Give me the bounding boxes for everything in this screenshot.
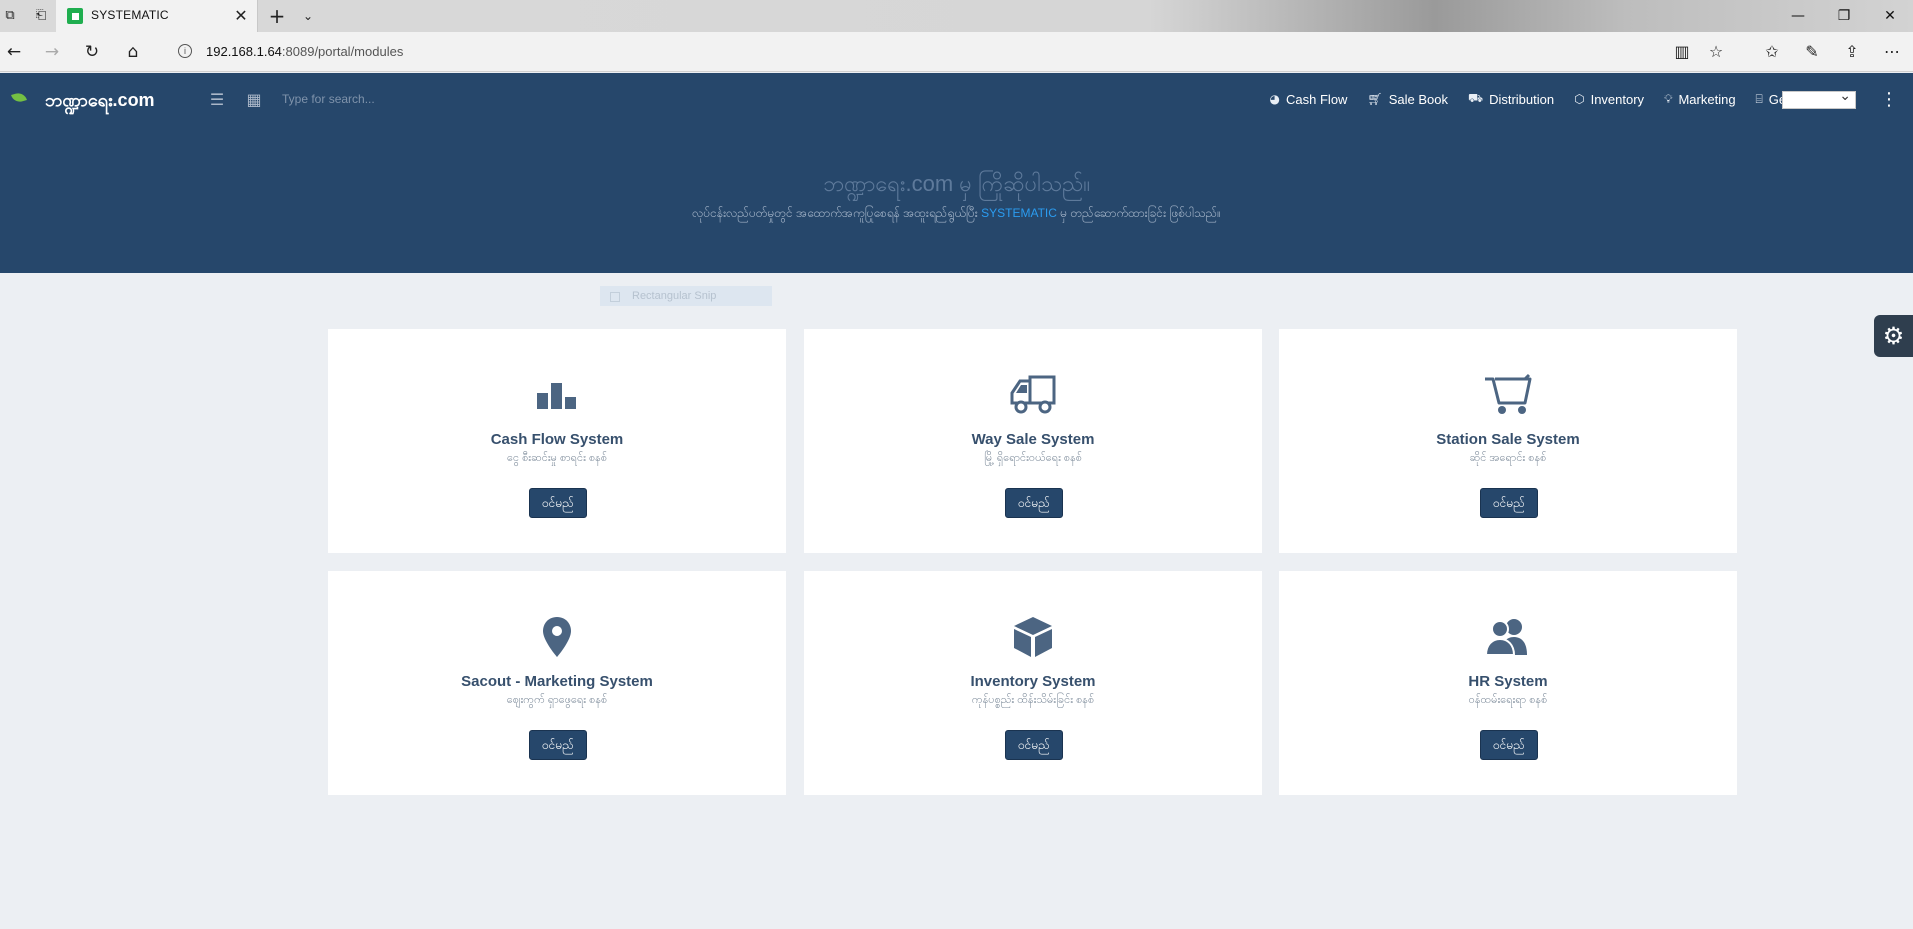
module-title: Inventory System bbox=[970, 673, 1096, 690]
brand-name[interactable]: ဘဏ္ဍာရေး.com bbox=[45, 88, 155, 115]
module-subtitle: မြို့ ရှိရောင်းဝယ်ရေး စနစ် bbox=[984, 452, 1082, 464]
module-title: HR System bbox=[1468, 673, 1548, 690]
bulb-icon: 💡︎ bbox=[1664, 91, 1673, 106]
window-close-icon[interactable]: ✕ bbox=[1867, 0, 1913, 32]
module-card-marketing: Sacout - Marketing System ဈေးကွက် ရှာဖွေ… bbox=[328, 571, 786, 795]
cart-icon bbox=[1279, 373, 1737, 417]
set-aside-tabs-icon[interactable]: ⎗ bbox=[33, 8, 49, 24]
nav-label: Inventory bbox=[1590, 91, 1645, 107]
nav-inventory[interactable]: ⬡ Inventory bbox=[1574, 91, 1644, 107]
module-title: Way Sale System bbox=[971, 431, 1095, 448]
url-text[interactable]: 192.168.1.64:8089/portal/modules bbox=[206, 44, 403, 59]
module-title: Cash Flow System bbox=[490, 431, 624, 448]
snip-tooltip: Rectangular Snip bbox=[600, 286, 772, 306]
reading-view-icon[interactable]: ▥ bbox=[1670, 40, 1694, 64]
pie-icon: ◕ bbox=[1269, 92, 1281, 106]
app-header: ဘဏ္ဍာရေး.com ☰ ▦ Type for search... ◕ Cas… bbox=[0, 73, 1913, 273]
subtitle-text-2: မှ တည်ဆောက်ထားခြင်း ဖြစ်ပါသည်။ bbox=[1056, 206, 1221, 220]
new-tab-icon[interactable]: + bbox=[266, 5, 288, 27]
module-card-way-sale: Way Sale System မြို့ ရှိရောင်းဝယ်ရေး စန… bbox=[804, 329, 1262, 553]
share-icon[interactable]: ⇪ bbox=[1840, 40, 1864, 64]
enter-button[interactable]: ဝင်မည် bbox=[1480, 488, 1538, 518]
module-subtitle: ငွေ စီးဆင်းမှု စာရင်း စနစ် bbox=[506, 452, 608, 464]
welcome-subtitle: လုပ်ငန်းလည်ပတ်မှုတွင် အထောက်အကူပြုစေရန် … bbox=[0, 205, 1913, 223]
enter-button[interactable]: ဝင်မည် bbox=[1480, 730, 1538, 760]
enter-button[interactable]: ဝင်မည် bbox=[1005, 730, 1063, 760]
refresh-icon[interactable]: ↻ bbox=[80, 40, 104, 64]
forward-arrow-icon[interactable]: → bbox=[40, 40, 64, 64]
tab-preview-chevron-icon[interactable]: ⌄ bbox=[298, 6, 318, 26]
tab-title: SYSTEMATIC bbox=[91, 8, 169, 22]
subtitle-text-1: လုပ်ငန်းလည်ပတ်မှုတွင် အထောက်အကူပြုစေရန် … bbox=[692, 206, 982, 220]
cube-icon bbox=[804, 615, 1262, 659]
module-card-inventory: Inventory System ကုန်ပစ္စည်း ထိန်းသိမ်းခ… bbox=[804, 571, 1262, 795]
top-nav: ◕ Cash Flow 🛒︎ Sale Book ⛟ Distribution ⬡ In… bbox=[1270, 91, 1815, 107]
briefcase-icon: ⌸ bbox=[1755, 91, 1763, 106]
nav-sale-book[interactable]: 🛒︎ Sale Book bbox=[1367, 91, 1448, 107]
box-icon: ⬡ bbox=[1574, 92, 1585, 106]
search-input[interactable]: Type for search... bbox=[282, 92, 375, 106]
nav-distribution[interactable]: ⛟ Distribution bbox=[1468, 91, 1554, 107]
list-view-icon[interactable]: ☰ bbox=[208, 91, 226, 109]
grid-view-icon[interactable]: ▦ bbox=[245, 91, 263, 109]
tab-actions-icon[interactable]: ⧉ bbox=[2, 8, 18, 24]
minimize-icon[interactable]: — bbox=[1775, 0, 1821, 32]
pen-icon[interactable]: ✎ bbox=[1800, 40, 1824, 64]
browser-tab[interactable]: SYSTEMATIC ✕ bbox=[56, 0, 258, 32]
favorite-star-icon[interactable]: ☆ bbox=[1704, 40, 1728, 64]
favorites-hub-icon[interactable]: ✩ bbox=[1760, 40, 1784, 64]
address-bar: ← → ↻ ⌂ i 192.168.1.64:8089/portal/modul… bbox=[0, 32, 1913, 72]
truck-icon: ⛟ bbox=[1467, 91, 1484, 105]
nav-label: Cash Flow bbox=[1286, 91, 1348, 107]
welcome-title: ဘဏ္ဍာရေး.com မှ ကြိုဆိုပါသည်။ bbox=[822, 171, 1091, 196]
module-title: Sacout - Marketing System bbox=[461, 673, 653, 690]
module-title: Station Sale System bbox=[1436, 431, 1580, 448]
settings-gear-icon[interactable]: ⚙ bbox=[1874, 315, 1913, 357]
url-path: :8089/portal/modules bbox=[281, 44, 404, 59]
language-select[interactable] bbox=[1782, 88, 1856, 109]
nav-label: Marketing bbox=[1678, 91, 1736, 107]
enter-button[interactable]: ဝင်မည် bbox=[1005, 488, 1063, 518]
module-card-hr: HR System ဝန်ထမ်းရေးရာ စနစ် ဝင်မည် bbox=[1279, 571, 1737, 795]
bar-chart-icon bbox=[328, 373, 786, 417]
cart-icon: 🛒︎ bbox=[1367, 92, 1383, 106]
nav-label: Distribution bbox=[1489, 91, 1555, 107]
module-subtitle: ဈေးကွက် ရှာဖွေရေး စနစ် bbox=[506, 694, 608, 706]
enter-button[interactable]: ဝင်မည် bbox=[529, 488, 587, 518]
browser-tab-bar: ⧉ ⎗ SYSTEMATIC ✕ + ⌄ — ❐ ✕ bbox=[0, 0, 1913, 32]
module-card-station-sale: Station Sale System ဆိုင် အရောင်း စနစ် ဝ… bbox=[1279, 329, 1737, 553]
module-subtitle: ကုန်ပစ္စည်း ထိန်းသိမ်းခြင်း စနစ် bbox=[971, 694, 1095, 706]
module-subtitle: ဝန်ထမ်းရေးရာ စနစ် bbox=[1468, 694, 1548, 706]
nav-cash-flow[interactable]: ◕ Cash Flow bbox=[1270, 91, 1348, 107]
back-arrow-icon[interactable]: ← bbox=[2, 40, 26, 64]
url-field[interactable]: i 192.168.1.64:8089/portal/modules bbox=[170, 36, 1720, 68]
close-tab-icon[interactable]: ✕ bbox=[231, 6, 251, 26]
enter-button[interactable]: ဝင်မည် bbox=[529, 730, 587, 760]
more-menu-icon[interactable]: ⋯ bbox=[1880, 40, 1904, 64]
nav-label: Sale Book bbox=[1388, 91, 1448, 107]
site-info-icon[interactable]: i bbox=[178, 44, 192, 58]
nav-marketing[interactable]: 💡︎ Marketing bbox=[1664, 91, 1735, 107]
restore-icon[interactable]: ❐ bbox=[1821, 0, 1867, 32]
truck-icon bbox=[804, 373, 1262, 417]
module-subtitle: ဆိုင် အရောင်း စနစ် bbox=[1469, 452, 1547, 464]
map-pin-icon bbox=[328, 615, 786, 659]
module-card-cash-flow: Cash Flow System ငွေ စီးဆင်းမှု စာရင်း စ… bbox=[328, 329, 786, 553]
url-host: 192.168.1.64 bbox=[206, 44, 282, 59]
site-favicon-icon bbox=[67, 8, 83, 24]
subtitle-accent: SYSTEMATIC bbox=[981, 206, 1057, 220]
users-icon bbox=[1279, 615, 1737, 659]
leaf-logo-icon bbox=[11, 91, 27, 104]
home-icon[interactable]: ⌂ bbox=[121, 40, 145, 64]
kebab-menu-icon[interactable]: ⋮ bbox=[1880, 89, 1898, 111]
